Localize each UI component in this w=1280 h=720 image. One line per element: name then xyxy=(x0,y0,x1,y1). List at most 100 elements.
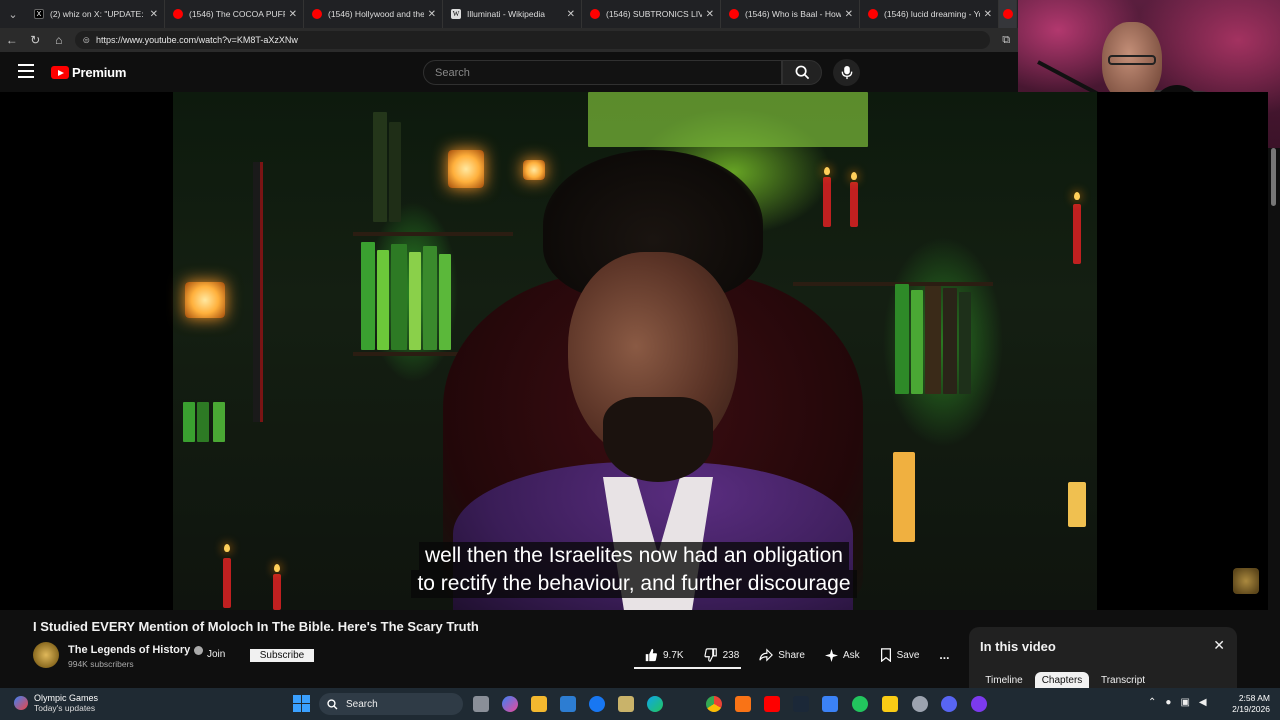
amazon-icon[interactable] xyxy=(618,696,634,712)
steam-icon[interactable] xyxy=(793,696,809,712)
subscribe-button[interactable]: Subscribe xyxy=(250,649,314,662)
desk-lamp-arm xyxy=(253,162,263,422)
tab-transcript[interactable]: Transcript xyxy=(1095,672,1151,688)
channel-avatar[interactable] xyxy=(33,642,59,668)
youtube-icon xyxy=(590,9,600,19)
like-button[interactable]: 9.7K xyxy=(634,644,694,666)
search-placeholder: Search xyxy=(435,66,470,79)
bookshelf xyxy=(793,282,993,286)
close-tab-icon[interactable]: ✕ xyxy=(289,9,297,20)
system-tray: ⌃ ● ▣ ◀ xyxy=(1148,697,1207,708)
book xyxy=(423,246,437,350)
more-actions-button[interactable]: ... xyxy=(929,644,959,666)
copilot-icon[interactable] xyxy=(502,696,518,712)
scrollbar-thumb[interactable] xyxy=(1271,148,1276,206)
lantern-light xyxy=(185,282,225,318)
discord-icon[interactable] xyxy=(941,696,957,712)
ask-button[interactable]: Ask xyxy=(815,644,870,666)
save-button[interactable]: Save xyxy=(870,644,930,666)
close-tab-icon[interactable]: ✕ xyxy=(845,9,853,20)
bookshelf xyxy=(353,232,513,236)
network-icon[interactable]: ▣ xyxy=(1180,697,1189,708)
settings-icon[interactable] xyxy=(912,696,928,712)
candle xyxy=(893,452,915,542)
taskbar-search-label: Search xyxy=(346,698,378,710)
chevron-up-icon[interactable]: ⌃ xyxy=(1148,697,1156,708)
close-tab-icon[interactable]: ✕ xyxy=(567,9,575,20)
browser-tab[interactable]: (1546) SUBTRONICS LIVE @ ✕ xyxy=(582,0,721,28)
browser-tab[interactable]: W Illuminati - Wikipedia ✕ xyxy=(443,0,582,28)
book xyxy=(391,244,407,350)
close-icon[interactable]: ✕ xyxy=(1213,637,1225,654)
task-view-icon[interactable] xyxy=(473,696,489,712)
book xyxy=(361,242,375,350)
site-info-icon[interactable]: ⊜ xyxy=(83,35,91,46)
presenter-beard xyxy=(603,397,713,482)
more-icon: ... xyxy=(939,648,950,662)
browser-tab[interactable]: (1546) Hollywood and the O ✕ xyxy=(304,0,443,28)
book xyxy=(943,288,957,394)
share-button[interactable]: Share xyxy=(749,644,815,666)
vlc-icon[interactable] xyxy=(735,696,751,712)
widget-subtitle: Today's updates xyxy=(34,703,96,713)
page-scrollbar[interactable] xyxy=(1268,148,1280,688)
search-input[interactable]: Search xyxy=(423,60,782,85)
video-title: I Studied EVERY Mention of Moloch In The… xyxy=(33,619,479,634)
tab-actions-icon[interactable]: ⧉ xyxy=(994,28,1018,52)
browser-tab-title: (1546) The COCOA PUFFS C xyxy=(189,9,285,19)
channel-name-link[interactable]: The Legends of History xyxy=(68,644,204,656)
start-button[interactable] xyxy=(293,695,310,712)
browser-tab[interactable]: X (2) whiz on X: "UPDATE: @ki ✕ xyxy=(26,0,165,28)
store-icon[interactable] xyxy=(560,696,576,712)
channel-watermark-icon[interactable] xyxy=(1233,568,1259,594)
edge-icon[interactable] xyxy=(647,696,663,712)
close-tab-icon[interactable]: ✕ xyxy=(150,9,158,20)
browser-tab-title: Illuminati - Wikipedia xyxy=(467,9,545,19)
clock[interactable]: 2:58 AM 2/19/2026 xyxy=(1222,693,1270,715)
sticky-notes-icon[interactable] xyxy=(882,696,898,712)
book xyxy=(197,402,209,442)
browser-tab-strip: ⌄ X (2) whiz on X: "UPDATE: @ki ✕ (1546)… xyxy=(0,0,1018,28)
tab-chapters[interactable]: Chapters xyxy=(1035,672,1089,688)
voice-search-button[interactable] xyxy=(833,59,860,86)
close-tab-icon[interactable]: ✕ xyxy=(428,9,436,20)
browser-tab-active[interactable] xyxy=(999,0,1017,28)
home-icon[interactable]: ⌂ xyxy=(47,28,71,52)
microphone-icon[interactable]: ● xyxy=(1165,697,1171,708)
x-icon: X xyxy=(34,9,44,19)
tab-timeline[interactable]: Timeline xyxy=(979,672,1029,688)
taskbar-search[interactable]: Search xyxy=(319,693,463,715)
dislike-button[interactable]: 238 xyxy=(694,644,750,666)
youtube-premium-logo[interactable]: Premium xyxy=(51,65,126,80)
youtube-icon xyxy=(312,9,322,19)
subscriber-count: 994K subscribers xyxy=(68,659,134,669)
microphone-icon xyxy=(841,65,852,80)
xbox-icon[interactable] xyxy=(852,696,868,712)
browser-tab[interactable]: (1546) Who is Baal - How a ✕ xyxy=(721,0,860,28)
close-tab-icon[interactable]: ✕ xyxy=(706,9,714,20)
reload-icon[interactable]: ↻ xyxy=(24,28,48,52)
browser-tab[interactable]: (1546) The COCOA PUFFS C ✕ xyxy=(165,0,304,28)
posters-wall xyxy=(588,92,868,147)
weather-widget[interactable]: Olympic Games Today's updates xyxy=(14,693,98,713)
search-button[interactable] xyxy=(782,60,822,85)
menu-icon[interactable] xyxy=(18,64,34,78)
speaker-icon[interactable]: ◀ xyxy=(1199,697,1207,708)
browser-tab-title: (1546) Who is Baal - How a xyxy=(745,9,841,19)
browser-tab[interactable]: (1546) lucid dreaming - You ✕ xyxy=(860,0,999,28)
facebook-icon[interactable] xyxy=(589,696,605,712)
join-button[interactable]: Join xyxy=(207,649,225,660)
app-icon[interactable] xyxy=(971,696,987,712)
youtube-icon[interactable] xyxy=(764,696,780,712)
video-player[interactable]: well then the Israelites now had an obli… xyxy=(0,92,1268,610)
url-text: https://www.youtube.com/watch?v=KM8T-aXz… xyxy=(96,35,298,45)
close-tab-icon[interactable]: ✕ xyxy=(984,9,992,20)
url-field[interactable]: ⊜ https://www.youtube.com/watch?v=KM8T-a… xyxy=(74,31,991,49)
webcam-glasses xyxy=(1108,55,1156,65)
file-explorer-icon[interactable] xyxy=(531,696,547,712)
app-icon[interactable] xyxy=(822,696,838,712)
browser-tab-title: (1546) Hollywood and the O xyxy=(328,9,424,19)
back-arrow-icon[interactable]: ← xyxy=(0,28,24,52)
tab-search-chevron-icon[interactable]: ⌄ xyxy=(0,0,26,28)
chrome-icon[interactable] xyxy=(706,696,722,712)
